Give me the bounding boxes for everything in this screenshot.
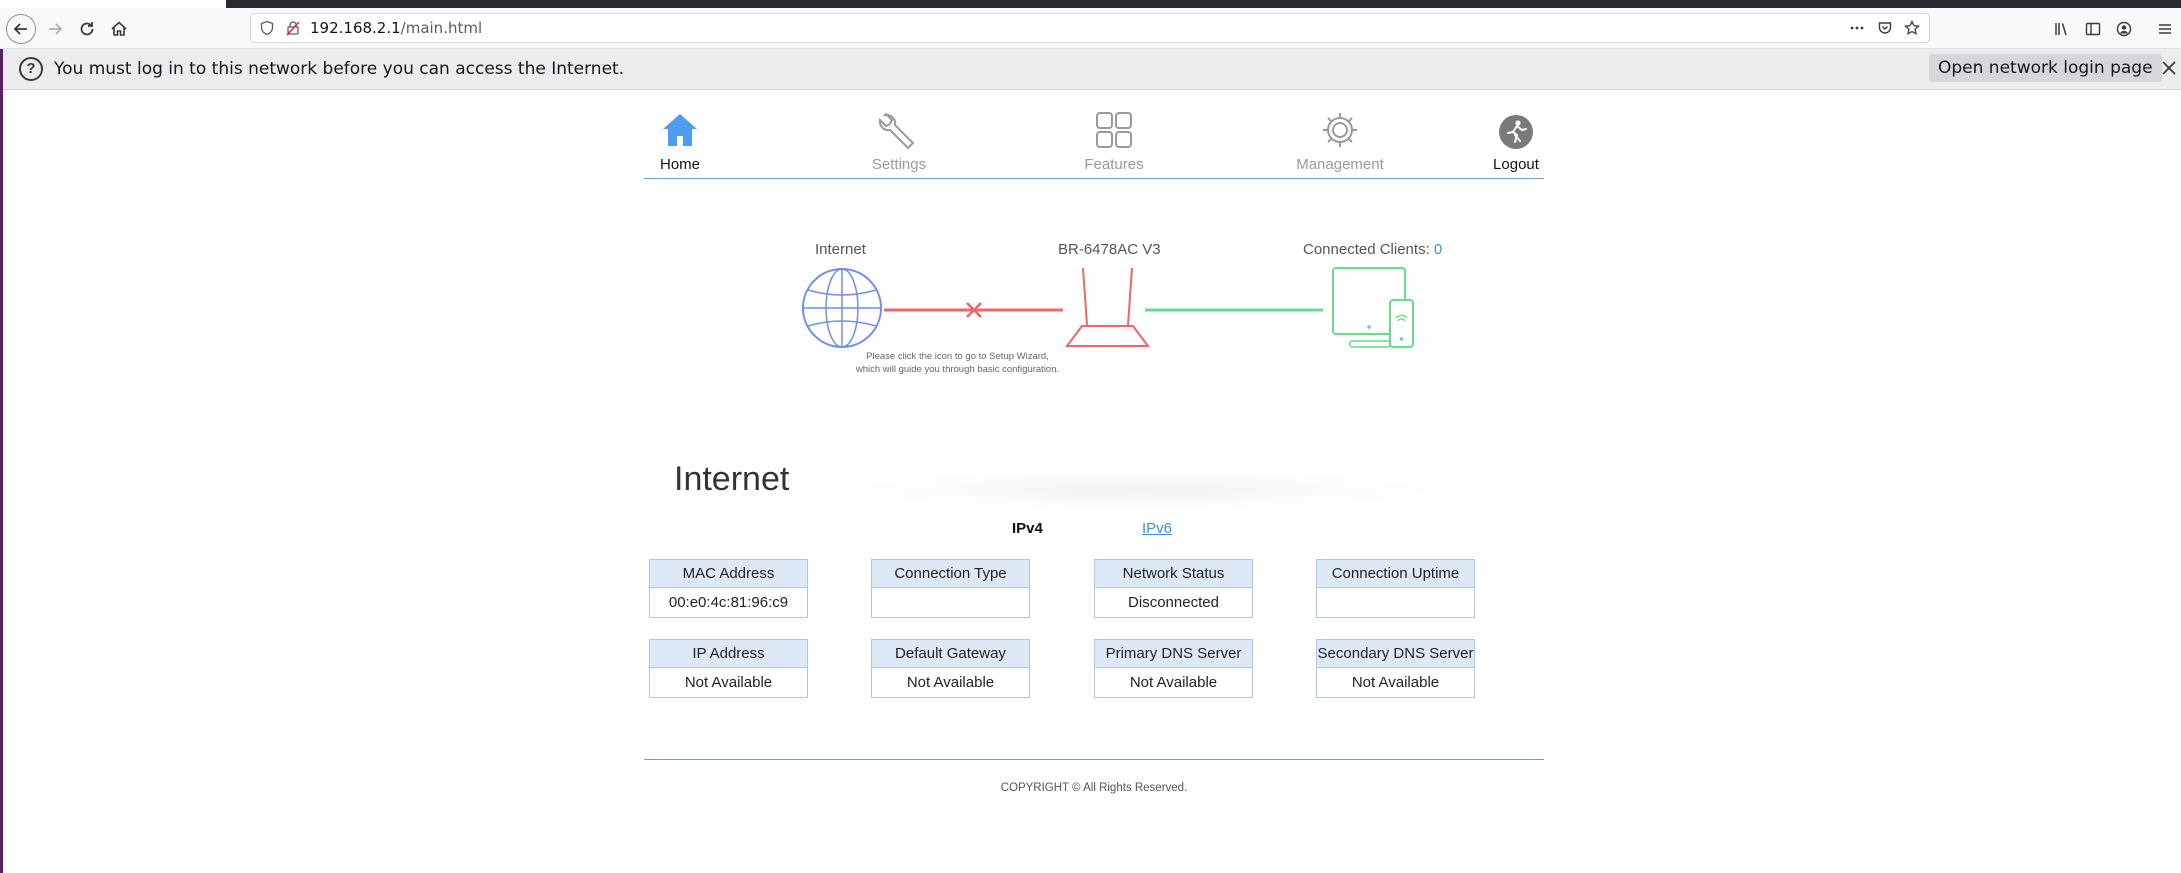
nav-management[interactable]: Management bbox=[1280, 106, 1400, 173]
nav-home-label: Home bbox=[659, 156, 700, 173]
menu-icon[interactable] bbox=[2154, 18, 2176, 40]
shield-icon[interactable] bbox=[257, 18, 277, 38]
connection-type-cell: Connection Type bbox=[871, 559, 1030, 618]
router-label: BR-6478AC V3 bbox=[1058, 241, 1161, 258]
network-status-cell: Network Status Disconnected bbox=[1094, 559, 1253, 618]
home-button[interactable] bbox=[104, 14, 134, 44]
field-value: Not Available bbox=[1095, 668, 1252, 697]
home-icon bbox=[663, 114, 697, 146]
address-bar[interactable]: 192.168.2.1/main.html bbox=[250, 13, 1930, 43]
wrench-icon bbox=[878, 112, 915, 150]
section-shadow bbox=[840, 470, 1440, 510]
nav-features-label: Features bbox=[1084, 156, 1144, 173]
field-label: MAC Address bbox=[650, 560, 807, 588]
tab-ipv6[interactable]: IPv6 bbox=[1142, 520, 1172, 537]
open-login-page-button[interactable]: Open network login page bbox=[1929, 54, 2162, 82]
primary-dns-cell: Primary DNS Server Not Available bbox=[1094, 639, 1253, 698]
window-edge bbox=[0, 0, 3, 873]
arrow-right-icon bbox=[49, 23, 63, 35]
internet-label: Internet bbox=[815, 241, 866, 258]
connection-uptime-cell: Connection Uptime bbox=[1316, 559, 1475, 618]
field-value bbox=[1317, 588, 1474, 617]
ip-address-cell: IP Address Not Available bbox=[649, 639, 808, 698]
title-strip bbox=[0, 0, 2181, 8]
arrow-left-icon bbox=[13, 23, 27, 35]
field-label: Network Status bbox=[1095, 560, 1252, 588]
logout-icon bbox=[1499, 115, 1533, 149]
forward-button[interactable] bbox=[40, 14, 70, 44]
notification-message: You must log in to this network before y… bbox=[54, 59, 625, 79]
secondary-dns-cell: Secondary DNS Server Not Available bbox=[1316, 639, 1475, 698]
field-label: Connection Uptime bbox=[1317, 560, 1474, 588]
copyright-text: COPYRIGHT © All Rights Reserved. bbox=[1000, 782, 1188, 794]
default-gateway-cell: Default Gateway Not Available bbox=[871, 639, 1030, 698]
nav-features[interactable]: Features bbox=[1054, 106, 1174, 173]
field-label: Default Gateway bbox=[872, 640, 1029, 668]
internet-section-title: Internet bbox=[674, 460, 790, 498]
connected-clients-count: 0 bbox=[1433, 241, 1443, 258]
pocket-icon[interactable] bbox=[1875, 18, 1895, 38]
field-value: Not Available bbox=[872, 668, 1029, 697]
sidebar-icon[interactable] bbox=[2082, 18, 2104, 40]
field-value: Not Available bbox=[650, 668, 807, 697]
library-icon[interactable] bbox=[2051, 18, 2073, 40]
url-text[interactable]: 192.168.2.1/main.html bbox=[310, 19, 482, 37]
router-icon[interactable] bbox=[1065, 267, 1150, 347]
insecure-lock-icon[interactable] bbox=[283, 18, 303, 38]
field-value bbox=[872, 588, 1029, 617]
field-label: IP Address bbox=[650, 640, 807, 668]
field-label: Connection Type bbox=[872, 560, 1029, 588]
browser-toolbar: 192.168.2.1/main.html bbox=[0, 8, 2181, 49]
connected-clients-label: Connected Clients: 0 bbox=[1303, 241, 1443, 258]
nav-settings[interactable]: Settings bbox=[839, 106, 959, 173]
nav-logout-label: Logout bbox=[1493, 156, 1539, 173]
home-icon bbox=[111, 21, 127, 36]
reload-icon bbox=[80, 22, 94, 36]
bookmark-star-icon[interactable] bbox=[1902, 18, 1922, 38]
back-button[interactable] bbox=[6, 14, 36, 44]
footer-divider bbox=[644, 759, 1544, 760]
field-value: Disconnected bbox=[1095, 588, 1252, 617]
reload-button[interactable] bbox=[72, 14, 102, 44]
account-icon[interactable] bbox=[2113, 18, 2135, 40]
page-actions-icon[interactable] bbox=[1847, 18, 1867, 38]
router-nav: Home Settings Features Management Logout bbox=[644, 106, 1544, 179]
globe-icon[interactable] bbox=[802, 268, 882, 348]
grid-icon bbox=[1096, 112, 1132, 148]
captive-portal-notification: ? You must log in to this network before… bbox=[3, 49, 2181, 90]
mac-address-cell: MAC Address 00:e0:4c:81:96:c9 bbox=[649, 559, 808, 618]
gear-icon bbox=[1323, 113, 1357, 147]
nav-management-label: Management bbox=[1296, 156, 1384, 173]
field-label: Primary DNS Server bbox=[1095, 640, 1252, 668]
nav-home[interactable]: Home bbox=[620, 106, 740, 173]
field-value: Not Available bbox=[1317, 668, 1474, 697]
setup-wizard-hint: Please click the icon to go to Setup Wiz… bbox=[855, 351, 1060, 375]
disconnected-x-icon bbox=[966, 302, 982, 318]
field-label: Secondary DNS Server bbox=[1317, 640, 1474, 668]
clients-icon[interactable] bbox=[1332, 267, 1414, 348]
field-value: 00:e0:4c:81:96:c9 bbox=[650, 588, 807, 617]
nav-logout[interactable]: Logout bbox=[1456, 106, 1576, 173]
close-icon[interactable] bbox=[2159, 58, 2179, 78]
question-icon: ? bbox=[19, 57, 43, 81]
nav-settings-label: Settings bbox=[871, 156, 927, 173]
tab-ipv4[interactable]: IPv4 bbox=[1012, 520, 1043, 537]
